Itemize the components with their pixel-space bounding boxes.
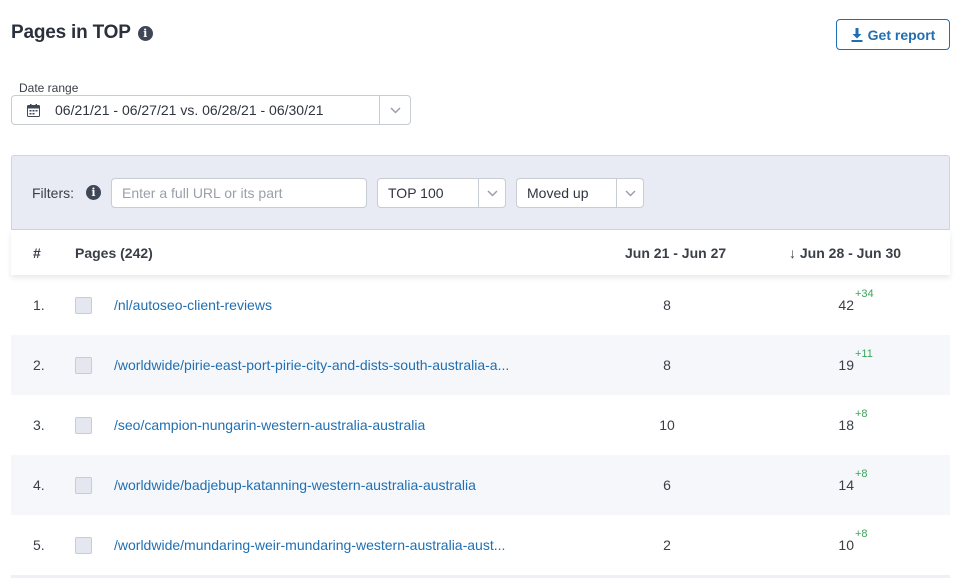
top-select-arrow[interactable] (478, 179, 505, 207)
table-row: 5. /worldwide/mundaring-weir-mundaring-w… (11, 515, 950, 575)
row-number: 5. (33, 537, 45, 553)
movement-select-arrow[interactable] (616, 179, 643, 207)
info-icon[interactable]: i (137, 25, 153, 41)
period2-position: 19 (838, 357, 854, 373)
period2-position: 42 (838, 297, 854, 313)
period2-position: 18 (838, 417, 854, 433)
get-report-button[interactable]: Get report (836, 19, 950, 50)
period1-position: 8 (663, 297, 671, 313)
column-header-period2[interactable]: ↓ Jun 28 - Jun 30 (789, 245, 901, 261)
row-checkbox[interactable] (75, 296, 92, 314)
page-url-link[interactable]: /worldwide/mundaring-weir-mundaring-west… (114, 537, 505, 553)
page-url-link[interactable]: /nl/autoseo-client-reviews (114, 297, 272, 313)
filters-info-icon[interactable]: i (86, 185, 101, 200)
period1-position: 8 (663, 357, 671, 373)
page-url-link[interactable]: /seo/campion-nungarin-western-australia-… (114, 417, 425, 433)
page-title: Pages in TOP (11, 22, 131, 43)
period1-position: 2 (663, 537, 671, 553)
position-change: +34 (855, 288, 874, 300)
table-body: 1. /nl/autoseo-client-reviews 8 42 +34 2… (11, 275, 950, 575)
table-row: 1. /nl/autoseo-client-reviews 8 42 +34 (11, 275, 950, 335)
download-icon (851, 27, 863, 42)
period1-position: 10 (659, 417, 675, 433)
row-number: 1. (33, 297, 45, 313)
table-row: 3. /seo/campion-nungarin-western-austral… (11, 395, 950, 455)
column-header-pages[interactable]: Pages (242) (75, 245, 153, 261)
period2-position: 10 (838, 537, 854, 553)
position-change: +8 (855, 528, 868, 540)
filters-label: Filters: (32, 185, 74, 201)
url-filter-input[interactable] (111, 178, 367, 208)
page-url-link[interactable]: /worldwide/badjebup-katanning-western-au… (114, 477, 476, 493)
chevron-down-icon (486, 189, 498, 197)
row-checkbox[interactable] (75, 356, 92, 374)
calendar-icon (27, 103, 40, 117)
row-number: 2. (33, 357, 45, 373)
get-report-label: Get report (867, 26, 936, 43)
table-row: 2. /worldwide/pirie-east-port-pirie-city… (11, 335, 950, 395)
date-range-value: 06/21/21 - 06/27/21 vs. 06/28/21 - 06/30… (55, 102, 324, 118)
position-change: +8 (855, 408, 868, 420)
row-checkbox[interactable] (75, 536, 92, 554)
table-header: # Pages (242) Jun 21 - Jun 27 ↓ Jun 28 -… (11, 230, 950, 275)
column-header-period1[interactable]: Jun 21 - Jun 27 (625, 245, 726, 261)
position-change: +11 (855, 348, 873, 360)
column-header-number: # (33, 244, 41, 261)
movement-select-value: Moved up (527, 185, 589, 201)
top-select[interactable]: TOP 100 (377, 178, 506, 208)
row-number: 3. (33, 417, 45, 433)
page-url-link[interactable]: /worldwide/pirie-east-port-pirie-city-an… (114, 357, 509, 373)
row-checkbox[interactable] (75, 476, 92, 494)
chevron-down-icon (624, 189, 636, 197)
chevron-down-icon (389, 106, 401, 114)
date-range-label: Date range (19, 81, 79, 95)
table-row: 4. /worldwide/badjebup-katanning-western… (11, 455, 950, 515)
filter-panel: Filters: i TOP 100 Moved up (11, 155, 950, 230)
period2-position: 14 (838, 477, 854, 493)
row-checkbox[interactable] (75, 416, 92, 434)
position-change: +8 (855, 468, 868, 480)
date-range-dropdown[interactable] (379, 96, 410, 124)
date-range-picker[interactable]: 06/21/21 - 06/27/21 vs. 06/28/21 - 06/30… (11, 95, 411, 125)
page-header: Pages in TOP i (11, 22, 153, 44)
movement-select[interactable]: Moved up (516, 178, 644, 208)
period1-position: 6 (663, 477, 671, 493)
row-number: 4. (33, 477, 45, 493)
top-select-value: TOP 100 (388, 185, 444, 201)
